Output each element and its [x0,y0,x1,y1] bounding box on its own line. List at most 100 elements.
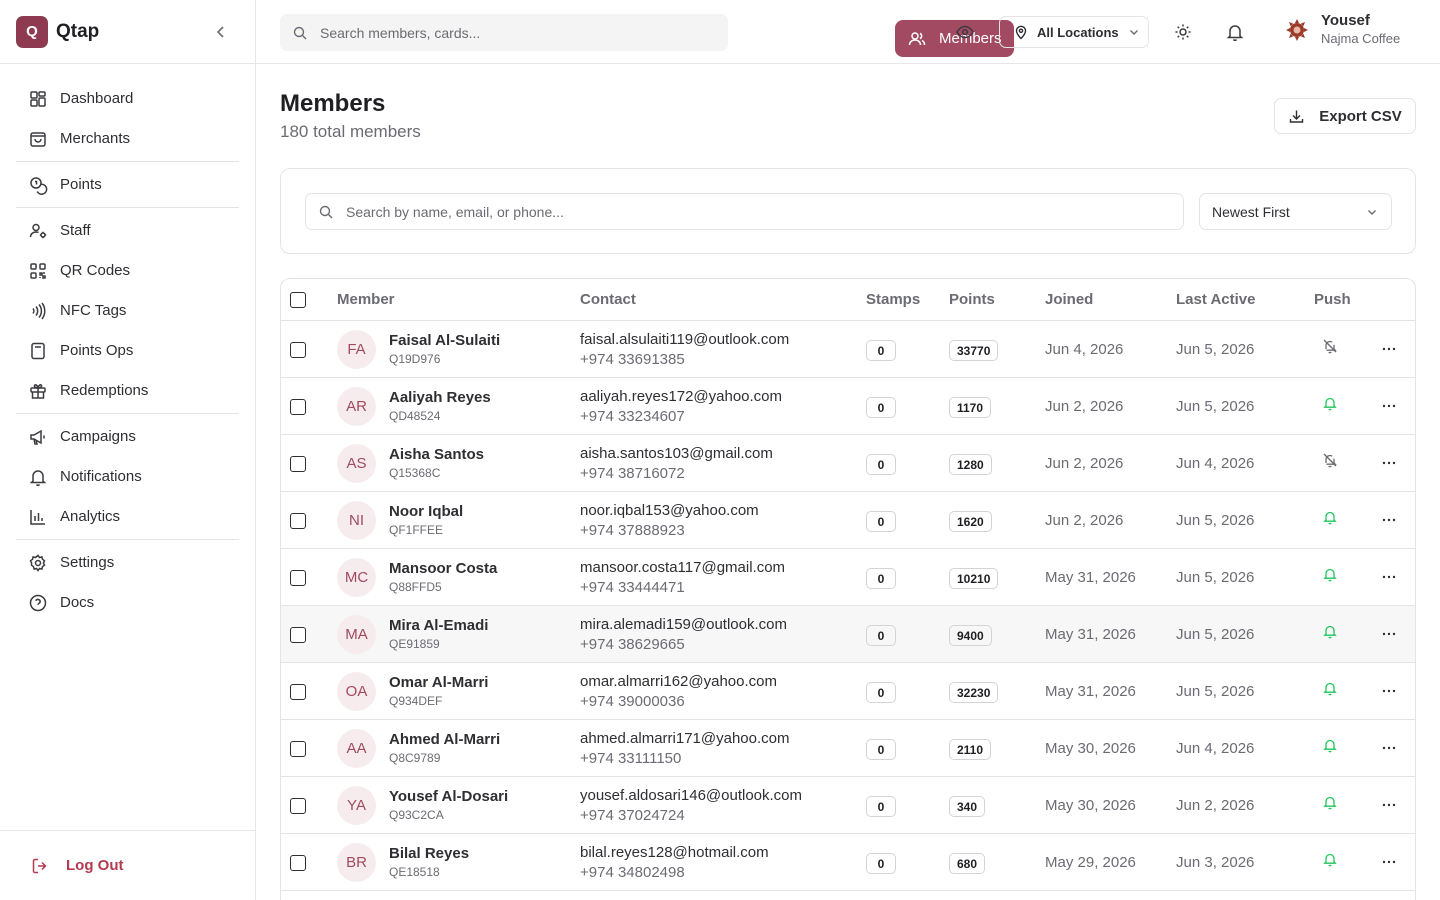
sidebar-item-analytics[interactable]: Analytics [16,498,239,535]
member-name[interactable]: Omar Al-Marri [389,674,488,691]
notifications-bell-icon[interactable] [1225,22,1245,42]
member-search-placeholder: Search by name, email, or phone... [346,203,564,220]
member-name[interactable]: Faisal Al-Sulaiti [389,332,500,349]
joined-date: Jun 4, 2026 [1045,341,1124,358]
member-name[interactable]: Noor Iqbal [389,503,463,520]
more-options-icon[interactable] [1380,454,1398,472]
column-header-last-active[interactable]: Last Active [1176,291,1255,308]
row-checkbox[interactable] [290,570,306,586]
eye-icon[interactable] [955,22,975,42]
points-badge: 1620 [949,511,992,532]
bell-icon [1322,395,1338,411]
more-options-icon[interactable] [1380,853,1398,871]
row-checkbox[interactable] [290,456,306,472]
table-row[interactable]: AR Aaliyah Reyes QD48524 aaliyah.reyes17… [281,378,1415,435]
member-name[interactable]: Ahmed Al-Marri [389,731,500,748]
location-label: All Locations [1037,24,1119,40]
member-avatar: MA [337,615,376,654]
sidebar-item-notifications[interactable]: Notifications [16,458,239,495]
stamps-badge: 0 [866,511,896,532]
sidebar-item-settings[interactable]: Settings [16,544,239,581]
member-name[interactable]: Aaliyah Reyes [389,389,491,406]
member-search-input[interactable]: Search by name, email, or phone... [305,193,1184,230]
joined-date: May 30, 2026 [1045,797,1136,814]
more-options-icon[interactable] [1380,625,1398,643]
sidebar-item-docs[interactable]: Docs [16,584,239,621]
table-row[interactable]: AS Aisha Santos Q15368C aisha.santos103@… [281,435,1415,492]
user-menu[interactable]: Yousef Najma Coffee [1284,12,1400,48]
joined-date: May 29, 2026 [1045,854,1136,871]
member-name[interactable]: Aisha Santos [389,446,484,463]
joined-date: May 30, 2026 [1045,740,1136,757]
stamps-badge: 0 [866,340,896,361]
global-search-input[interactable]: Search members, cards... [280,14,728,51]
stamps-badge: 0 [866,625,896,646]
gear-icon [28,553,48,573]
more-options-icon[interactable] [1380,796,1398,814]
sidebar-item-merchants[interactable]: Merchants [16,120,239,157]
user-name: Yousef [1321,12,1370,29]
sidebar-item-points-ops[interactable]: Points Ops [16,332,239,369]
more-options-icon[interactable] [1380,682,1398,700]
row-checkbox[interactable] [290,399,306,415]
row-checkbox[interactable] [290,513,306,529]
column-header-stamps[interactable]: Stamps [866,291,920,308]
select-all-checkbox[interactable] [290,292,306,308]
more-options-icon[interactable] [1380,739,1398,757]
table-row[interactable]: OA Omar Al-Marri Q934DEF omar.almarri162… [281,663,1415,720]
more-options-icon[interactable] [1380,511,1398,529]
column-header-points[interactable]: Points [949,291,995,308]
more-options-icon[interactable] [1380,568,1398,586]
table-row[interactable]: BR Bilal Reyes QE18518 bilal.reyes128@ho… [281,834,1415,891]
points-badge: 680 [949,853,986,874]
table-row[interactable]: FA Faisal Al-Sulaiti Q19D976 faisal.alsu… [281,321,1415,378]
column-header-push[interactable]: Push [1314,291,1351,308]
row-checkbox[interactable] [290,684,306,700]
topbar: Search members, cards... All Locations Y… [256,0,1440,64]
sidebar-item-redemptions[interactable]: Redemptions [16,372,239,409]
sidebar-item-points[interactable]: Points [16,166,239,203]
table-row[interactable]: MC Mansoor Costa Q88FFD5 mansoor.costa11… [281,549,1415,606]
theme-toggle-icon[interactable] [1173,22,1193,42]
sidebar-item-qr-codes[interactable]: QR Codes [16,252,239,289]
sort-select[interactable]: Newest First [1199,193,1392,230]
qr-code-icon [28,261,48,281]
table-row[interactable]: MA Mira Al-Emadi QE91859 mira.alemadi159… [281,606,1415,663]
joined-date: Jun 2, 2026 [1045,512,1124,529]
row-checkbox[interactable] [290,855,306,871]
member-email: noor.iqbal153@yahoo.com [580,502,759,519]
more-options-icon[interactable] [1380,340,1398,358]
row-checkbox[interactable] [290,342,306,358]
logout-button[interactable]: Log Out [0,830,255,900]
sidebar-item-staff[interactable]: Staff [16,212,239,249]
joined-date: May 31, 2026 [1045,683,1136,700]
table-row[interactable]: YA Yousef Al-Dosari Q93C2CA yousef.aldos… [281,777,1415,834]
export-csv-button[interactable]: Export CSV [1274,98,1416,134]
column-header-contact[interactable]: Contact [580,291,636,308]
row-checkbox[interactable] [290,798,306,814]
row-checkbox[interactable] [290,741,306,757]
member-name[interactable]: Bilal Reyes [389,845,469,862]
sidebar-item-campaigns[interactable]: Campaigns [16,418,239,455]
sidebar-item-label: Campaigns [60,428,136,445]
member-code: Q8C9789 [389,751,441,765]
last-active-date: Jun 5, 2026 [1176,626,1255,643]
table-row[interactable]: NI Noor Iqbal QF1FFEE noor.iqbal153@yaho… [281,492,1415,549]
column-header-joined[interactable]: Joined [1045,291,1093,308]
location-selector[interactable]: All Locations [999,16,1149,48]
member-name[interactable]: Mansoor Costa [389,560,497,577]
sidebar-item-dashboard[interactable]: Dashboard [16,80,239,117]
member-avatar: AA [337,729,376,768]
row-checkbox[interactable] [290,627,306,643]
map-pin-icon [1013,24,1029,40]
collapse-sidebar-icon[interactable] [211,22,231,42]
more-options-icon[interactable] [1380,397,1398,415]
coins-icon [28,175,48,195]
member-name[interactable]: Mira Al-Emadi [389,617,488,634]
sidebar-item-nfc-tags[interactable]: NFC Tags [16,292,239,329]
member-name[interactable]: Yousef Al-Dosari [389,788,508,805]
column-header-member[interactable]: Member [337,291,395,308]
table-row[interactable]: AA Ahmed Al-Marri Q8C9789 ahmed.almarri1… [281,720,1415,777]
member-avatar: NI [337,501,376,540]
shopping-bag-icon [28,129,48,149]
